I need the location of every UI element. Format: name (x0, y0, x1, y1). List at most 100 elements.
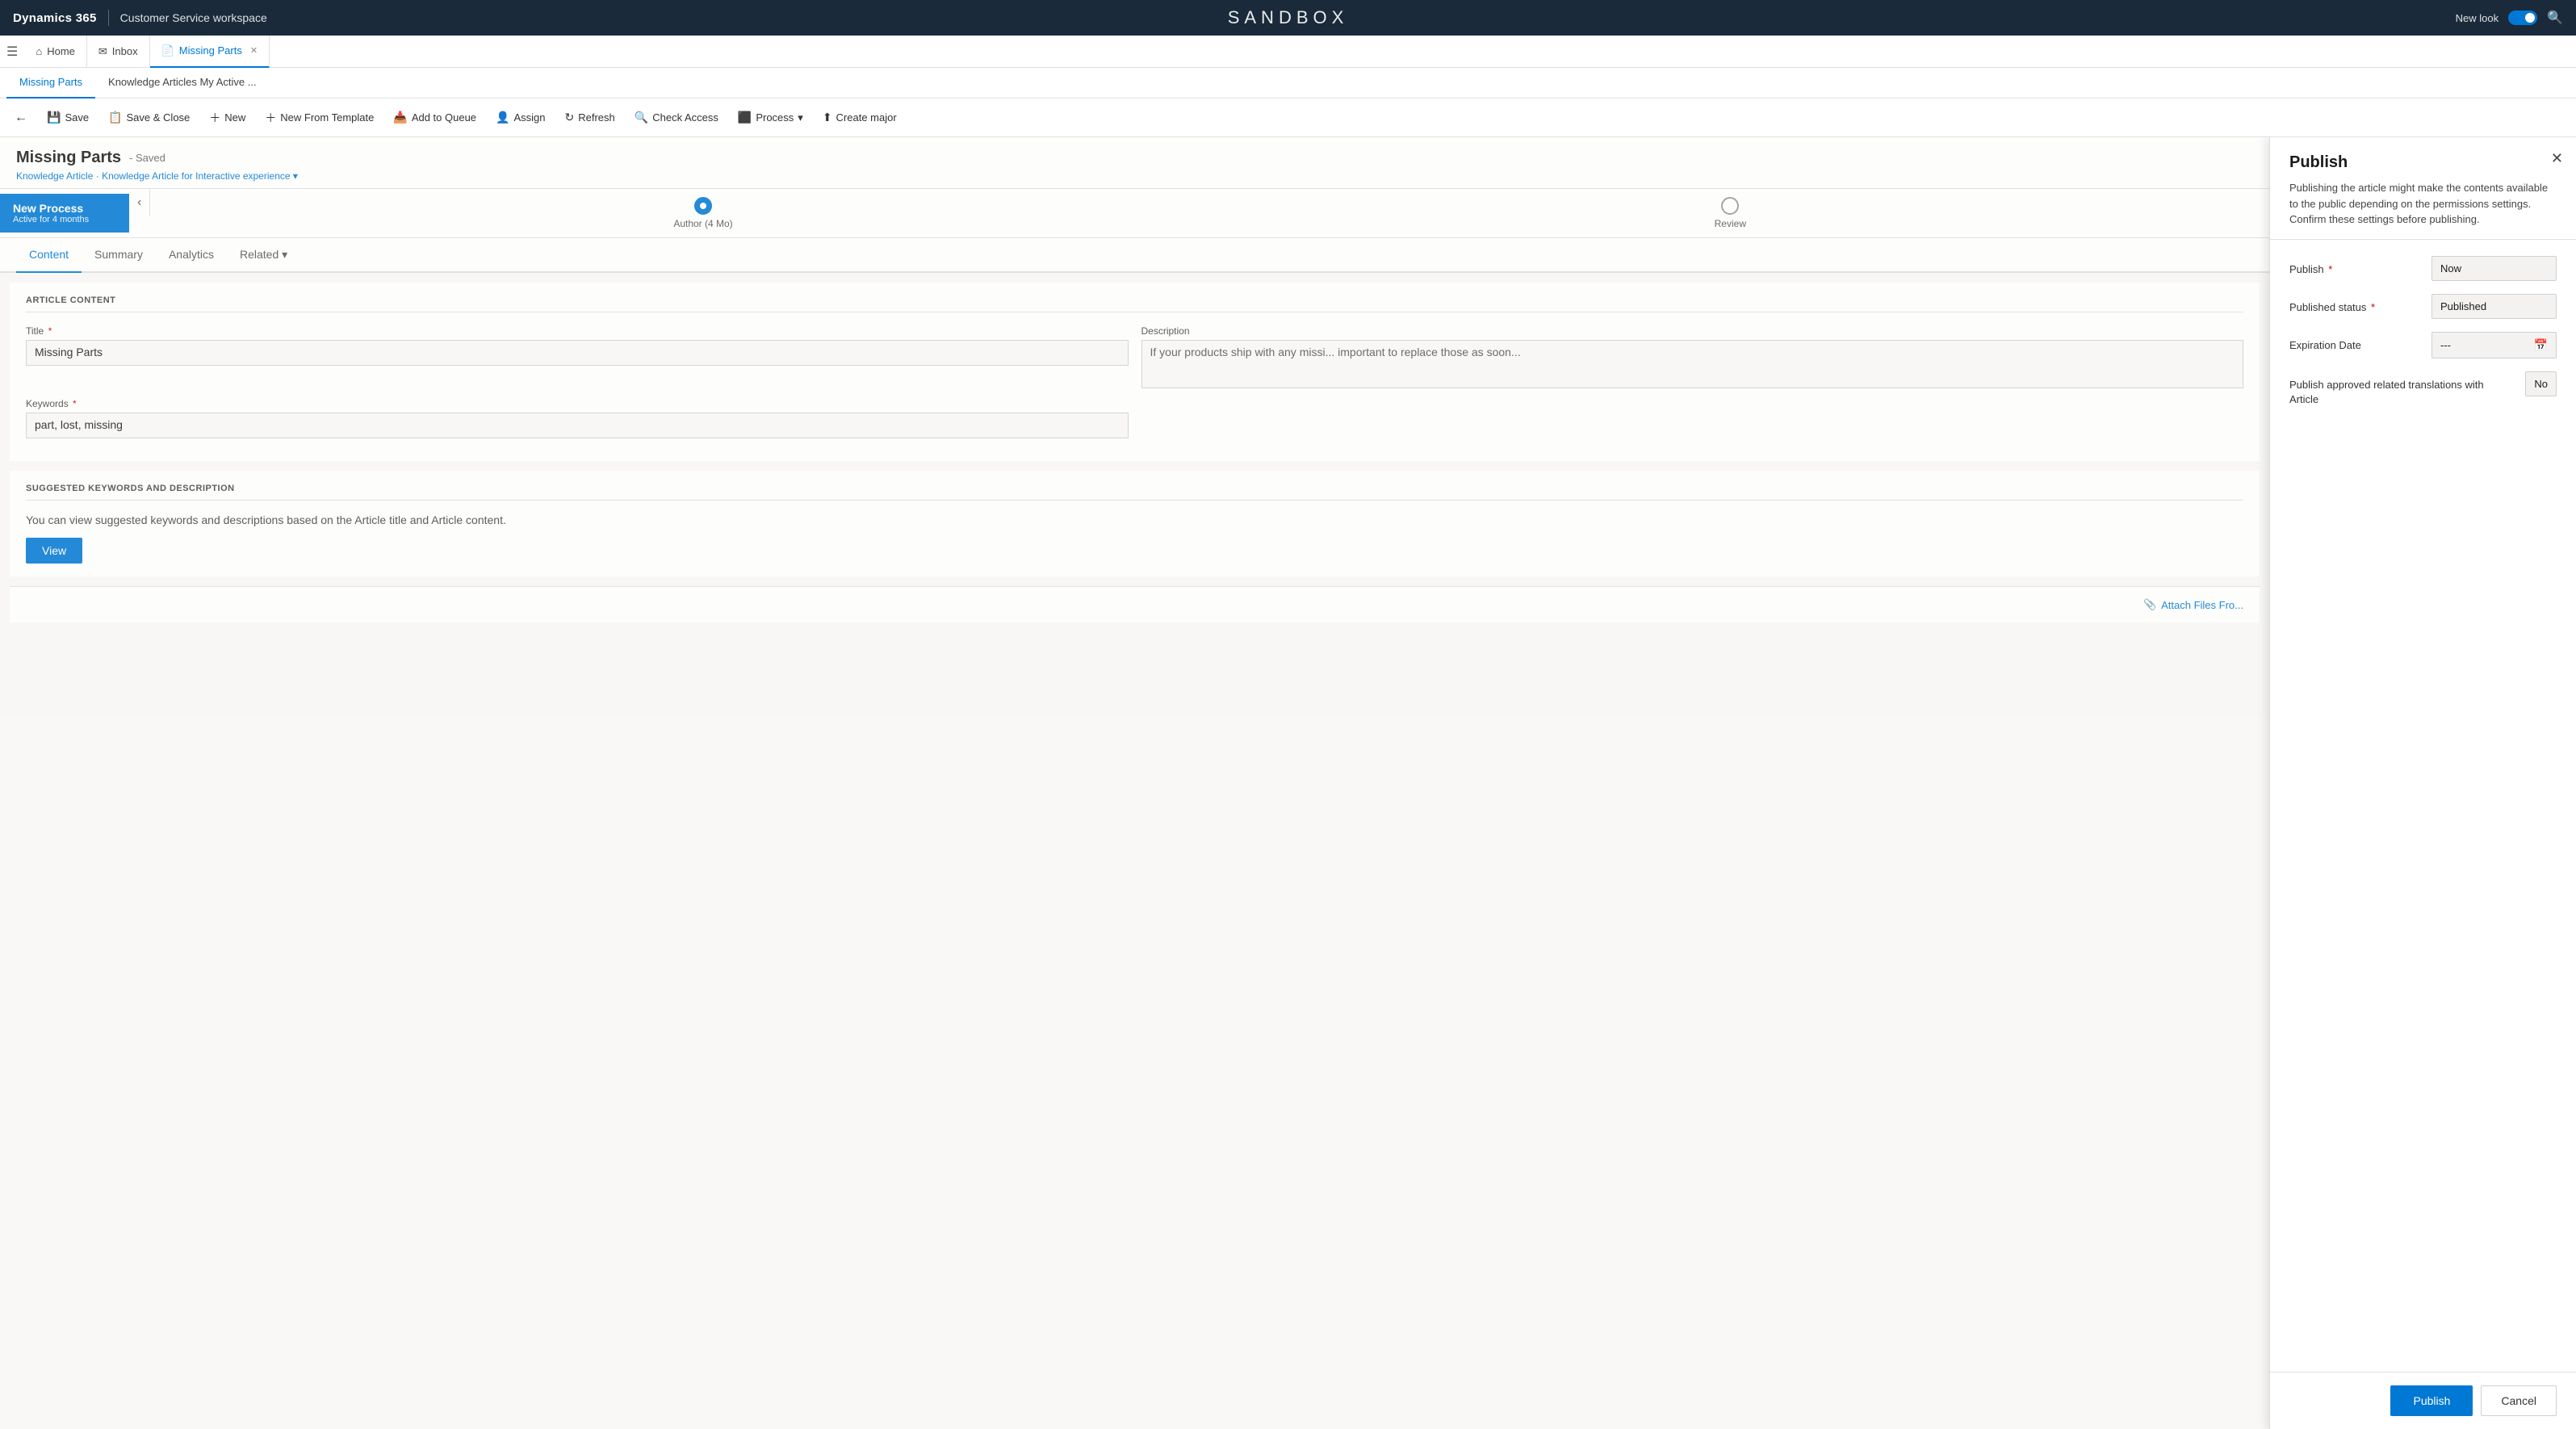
attach-link[interactable]: 📎 Attach Files Fro... (2143, 598, 2243, 611)
tab-analytics-label: Analytics (169, 248, 214, 261)
attach-label: Attach Files Fro... (2161, 599, 2243, 611)
sandbox-label: SANDBOX (1228, 7, 1349, 28)
workspace-label: Customer Service workspace (120, 11, 267, 24)
refresh-label: Refresh (578, 111, 615, 124)
tab-home-label: Home (47, 45, 75, 57)
sec-tab-missing-parts[interactable]: Missing Parts (6, 68, 95, 98)
tab-close-icon[interactable]: ✕ (250, 45, 258, 56)
title-value[interactable]: Missing Parts (26, 340, 1129, 366)
tab-missing-parts[interactable]: 📄 Missing Parts ✕ (150, 36, 270, 68)
description-value[interactable]: If your products ship with any missi... … (1141, 340, 2244, 388)
publish-fields: Publish * Now Published status * Publish… (2270, 240, 2576, 1372)
process-button[interactable]: ⬛ Process ▾ (730, 106, 811, 129)
publish-button[interactable]: Publish (2390, 1385, 2473, 1416)
title-required: * (48, 325, 52, 337)
hamburger-icon[interactable]: ☰ (6, 44, 18, 60)
article-content-section: ARTICLE CONTENT Title * Missing Parts De… (10, 283, 2260, 461)
published-status-value[interactable]: Published (2431, 294, 2557, 319)
secondary-tab-bar: Missing Parts Knowledge Articles My Acti… (0, 68, 2576, 98)
tab-analytics[interactable]: Analytics (156, 238, 227, 273)
tab-summary-label: Summary (94, 248, 143, 261)
publish-value[interactable]: Now (2431, 256, 2557, 281)
save-close-button[interactable]: 📋 Save & Close (100, 106, 198, 129)
document-icon: 📄 (161, 44, 174, 57)
process-chevron-icon: ▾ (798, 111, 803, 124)
process-step-review[interactable]: Review (1715, 197, 1746, 229)
new-label: New (224, 111, 245, 124)
top-bar-right: New look 🔍 (2456, 10, 2563, 26)
top-bar: Dynamics 365 Customer Service workspace … (0, 0, 2576, 36)
content-tabs: Content Summary Analytics Related ▾ (0, 238, 2269, 273)
save-icon: 💾 (47, 111, 61, 124)
keywords-required: * (73, 398, 77, 409)
keywords-value[interactable]: part, lost, missing (26, 413, 1129, 438)
tab-summary[interactable]: Summary (82, 238, 156, 273)
process-step-author[interactable]: Author (4 Mo) (673, 197, 732, 229)
back-button[interactable]: ← (6, 106, 36, 130)
new-icon: ＋ (209, 110, 220, 126)
publish-label: Publish * (2289, 256, 2419, 277)
save-close-label: Save & Close (127, 111, 191, 124)
view-button[interactable]: View (26, 538, 82, 564)
process-chevron-left-button[interactable]: ‹ (129, 189, 150, 216)
page-title: Missing Parts (16, 149, 121, 167)
new-look-label: New look (2456, 12, 2499, 24)
page-header: Missing Parts - Saved Knowledge Article … (0, 137, 2269, 189)
tab-inbox-label: Inbox (112, 45, 138, 57)
article-form-row-1: Title * Missing Parts Description If you… (26, 325, 2243, 388)
search-icon[interactable]: 🔍 (2547, 10, 2563, 26)
translations-label: Publish approved related translations wi… (2289, 371, 2512, 407)
save-button[interactable]: 💾 Save (39, 106, 97, 129)
cancel-button[interactable]: Cancel (2481, 1385, 2557, 1416)
new-look-toggle[interactable] (2508, 10, 2537, 25)
sec-tab-knowledge-articles[interactable]: Knowledge Articles My Active ... (95, 68, 270, 98)
breadcrumb-link-2[interactable]: Knowledge Article for Interactive experi… (102, 170, 290, 182)
add-to-queue-label: Add to Queue (412, 111, 476, 124)
add-to-queue-button[interactable]: 📥 Add to Queue (385, 106, 484, 129)
new-from-template-button[interactable]: ＋ New From Template (257, 105, 382, 131)
assign-button[interactable]: 👤 Assign (488, 106, 553, 129)
tab-home[interactable]: ⌂ Home (24, 36, 87, 68)
process-icon: ⬛ (738, 111, 752, 124)
tab-bar: ☰ ⌂ Home ✉ Inbox 📄 Missing Parts ✕ (0, 36, 2576, 68)
publish-close-button[interactable]: ✕ (2551, 150, 2563, 167)
saved-badge: - Saved (129, 152, 165, 164)
sec-tab-knowledge-articles-label: Knowledge Articles My Active ... (108, 76, 257, 88)
related-chevron-icon: ▾ (282, 248, 287, 261)
home-icon: ⌂ (36, 45, 42, 57)
brand-label: Dynamics 365 (13, 11, 97, 25)
tab-content-label: Content (29, 248, 69, 261)
article-form-row-2: Keywords * part, lost, missing (26, 398, 2243, 438)
empty-field (1141, 398, 2244, 438)
check-access-button[interactable]: 🔍 Check Access (626, 106, 727, 129)
published-status-label: Published status * (2289, 294, 2419, 315)
step-label-review: Review (1715, 218, 1746, 229)
published-status-required: * (2371, 301, 2375, 313)
attach-area: 📎 Attach Files Fro... (10, 586, 2260, 622)
process-label-title: New Process (13, 202, 116, 215)
publish-footer: Publish Cancel (2270, 1372, 2576, 1429)
publish-required: * (2328, 263, 2332, 275)
breadcrumb-dropdown-icon[interactable]: ▾ (293, 170, 298, 182)
create-major-button[interactable]: ⬆ Create major (815, 106, 905, 129)
tab-related[interactable]: Related ▾ (227, 238, 300, 273)
refresh-button[interactable]: ↻ Refresh (557, 106, 623, 129)
process-label: Process (756, 111, 794, 124)
tab-inbox[interactable]: ✉ Inbox (87, 36, 150, 68)
calendar-icon[interactable]: 📅 (2534, 338, 2548, 352)
new-button[interactable]: ＋ New (201, 105, 253, 131)
suggested-section-title: SUGGESTED KEYWORDS AND DESCRIPTION (26, 484, 2243, 501)
expiration-date-value[interactable]: --- 📅 (2431, 332, 2557, 358)
description-label: Description (1141, 325, 2244, 337)
form-panel: Missing Parts - Saved Knowledge Article … (0, 137, 2269, 1429)
process-label-box[interactable]: New Process Active for 4 months (0, 194, 129, 233)
translations-value[interactable]: No (2525, 371, 2557, 396)
template-icon: ＋ (265, 110, 276, 126)
breadcrumb: Knowledge Article · Knowledge Article fo… (16, 170, 2253, 182)
title-label: Title * (26, 325, 1129, 337)
assign-icon: 👤 (496, 111, 509, 124)
breadcrumb-link-1[interactable]: Knowledge Article (16, 170, 93, 182)
refresh-icon: ↻ (565, 111, 575, 124)
tab-content[interactable]: Content (16, 238, 82, 273)
tab-missing-parts-label: Missing Parts (179, 44, 242, 57)
